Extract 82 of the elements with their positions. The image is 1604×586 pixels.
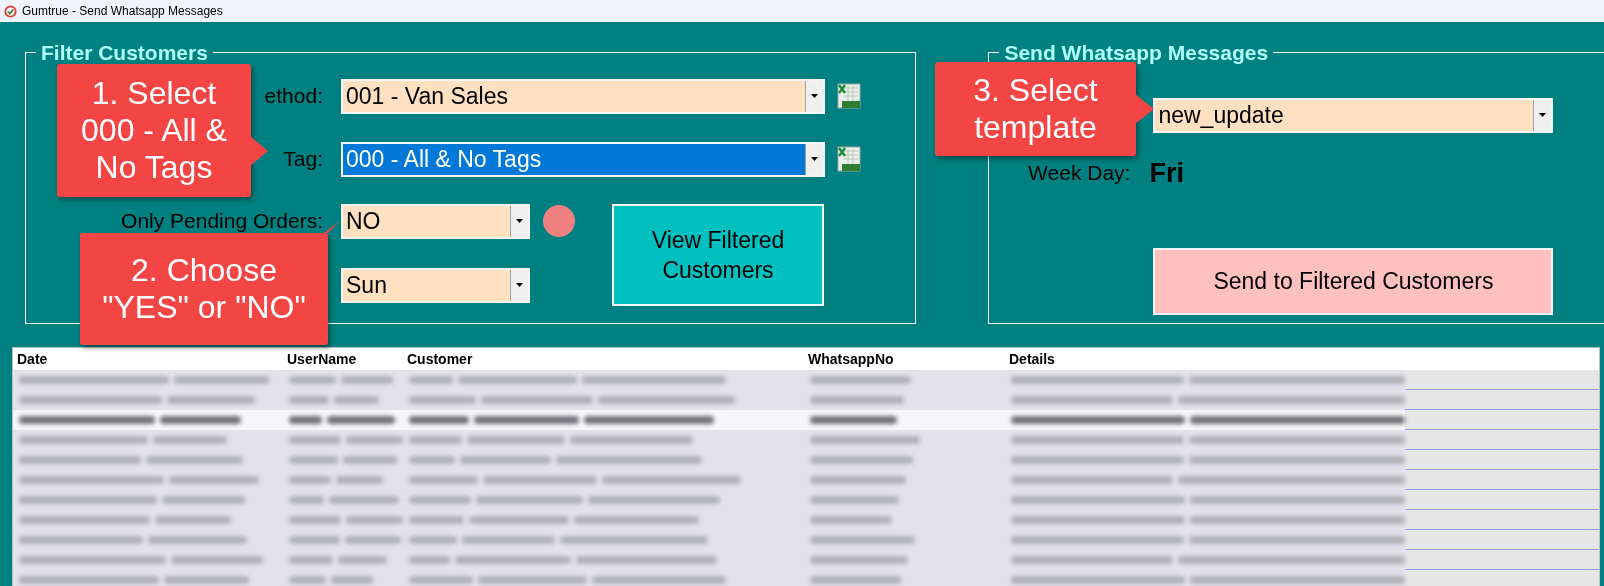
dropdown-button[interactable]: [510, 269, 528, 301]
blurred-text: [329, 496, 399, 504]
blurred-text: [336, 476, 383, 484]
callout-pointer: [250, 136, 268, 166]
combo-box[interactable]: new_update: [1153, 97, 1554, 133]
field-label: Week Day:: [1027, 160, 1132, 186]
blurred-text: [289, 456, 338, 464]
table-row[interactable]: [13, 370, 1599, 390]
blurred-text: [341, 376, 393, 384]
blurred-text: [409, 376, 453, 384]
blurred-text: [289, 516, 342, 524]
combo-box[interactable]: 000 - All & No Tags: [341, 141, 825, 177]
app-logo-icon: [4, 4, 17, 18]
blurred-text: [338, 556, 387, 564]
table-row[interactable]: [13, 450, 1599, 470]
dropdown-button[interactable]: [805, 143, 823, 175]
blurred-text: [331, 576, 373, 584]
callout-pointer: [324, 221, 340, 233]
blurred-text: [343, 456, 397, 464]
table-row[interactable]: [13, 390, 1599, 410]
blurred-text: [289, 396, 329, 404]
blurred-text: [409, 576, 473, 584]
blurred-text: [289, 416, 322, 424]
panel-title: Filter Customers: [40, 40, 209, 66]
dropdown-button[interactable]: [805, 80, 823, 112]
csv-file-icon[interactable]: [836, 145, 862, 173]
table-row[interactable]: [13, 430, 1599, 450]
window-title: Gumtrue - Send Whatsapp Messages: [22, 3, 223, 20]
callout: 3. Select template: [935, 62, 1136, 156]
field-label: ethod:: [264, 83, 323, 110]
dropdown-button[interactable]: [1533, 99, 1552, 131]
caret-icon: [1539, 113, 1547, 117]
blurred-text: [409, 436, 462, 444]
blurred-text: [289, 476, 331, 484]
combo-box[interactable]: 001 - Van Sales: [341, 78, 825, 114]
caret-icon: [516, 283, 523, 287]
caret-icon: [811, 157, 818, 161]
callout-pointer: [1135, 94, 1154, 124]
table-row[interactable]: [13, 410, 1599, 430]
caret-icon: [516, 219, 523, 223]
blurred-text: [409, 496, 471, 504]
combo-box[interactable]: Sun: [341, 267, 530, 303]
blurred-text: [289, 376, 336, 384]
blurred-text: [409, 396, 476, 404]
caret-icon: [811, 94, 818, 98]
field-label: Only Pending Orders:: [121, 208, 323, 235]
blurred-text: [289, 436, 342, 444]
blurred-text: [289, 576, 326, 584]
blurred-text: [289, 556, 333, 564]
column-header[interactable]: Date: [17, 348, 48, 370]
blurred-text: [346, 436, 403, 444]
blurred-text: [327, 416, 395, 424]
callout: 1. Select 000 - All & No Tags: [57, 64, 251, 197]
table-row[interactable]: [13, 470, 1599, 490]
view-filtered-customers-button[interactable]: View Filtered Customers: [612, 203, 824, 306]
table-row[interactable]: [13, 530, 1599, 550]
blurred-text: [345, 536, 401, 544]
blurred-text: [346, 516, 403, 524]
blurred-text: [409, 556, 450, 564]
table-row[interactable]: [13, 550, 1599, 570]
blurred-text: [409, 456, 455, 464]
column-header[interactable]: Details: [1009, 348, 1055, 370]
blurred-text: [409, 476, 478, 484]
table-row[interactable]: [13, 510, 1599, 530]
column-header[interactable]: UserName: [287, 348, 357, 370]
combo-box[interactable]: NO: [341, 203, 530, 239]
week-day-value: Fri: [1149, 156, 1184, 190]
dropdown-button[interactable]: [510, 205, 528, 237]
blurred-text: [334, 396, 379, 404]
column-header[interactable]: Customer: [407, 348, 473, 370]
blurred-text: [409, 416, 469, 424]
send-to-filtered-customers-button[interactable]: Send to Filtered Customers: [1153, 248, 1554, 315]
blurred-text: [289, 536, 340, 544]
table-row[interactable]: [13, 570, 1599, 586]
column-header[interactable]: WhatsappNo: [808, 348, 894, 370]
csv-file-icon[interactable]: [836, 82, 862, 110]
field-label: Tag:: [283, 146, 323, 173]
blurred-text: [409, 536, 457, 544]
blurred-text: [409, 516, 464, 524]
callout: 2. Choose "YES" or "NO": [80, 233, 328, 345]
table-row[interactable]: [13, 490, 1599, 510]
blurred-text: [289, 496, 324, 504]
